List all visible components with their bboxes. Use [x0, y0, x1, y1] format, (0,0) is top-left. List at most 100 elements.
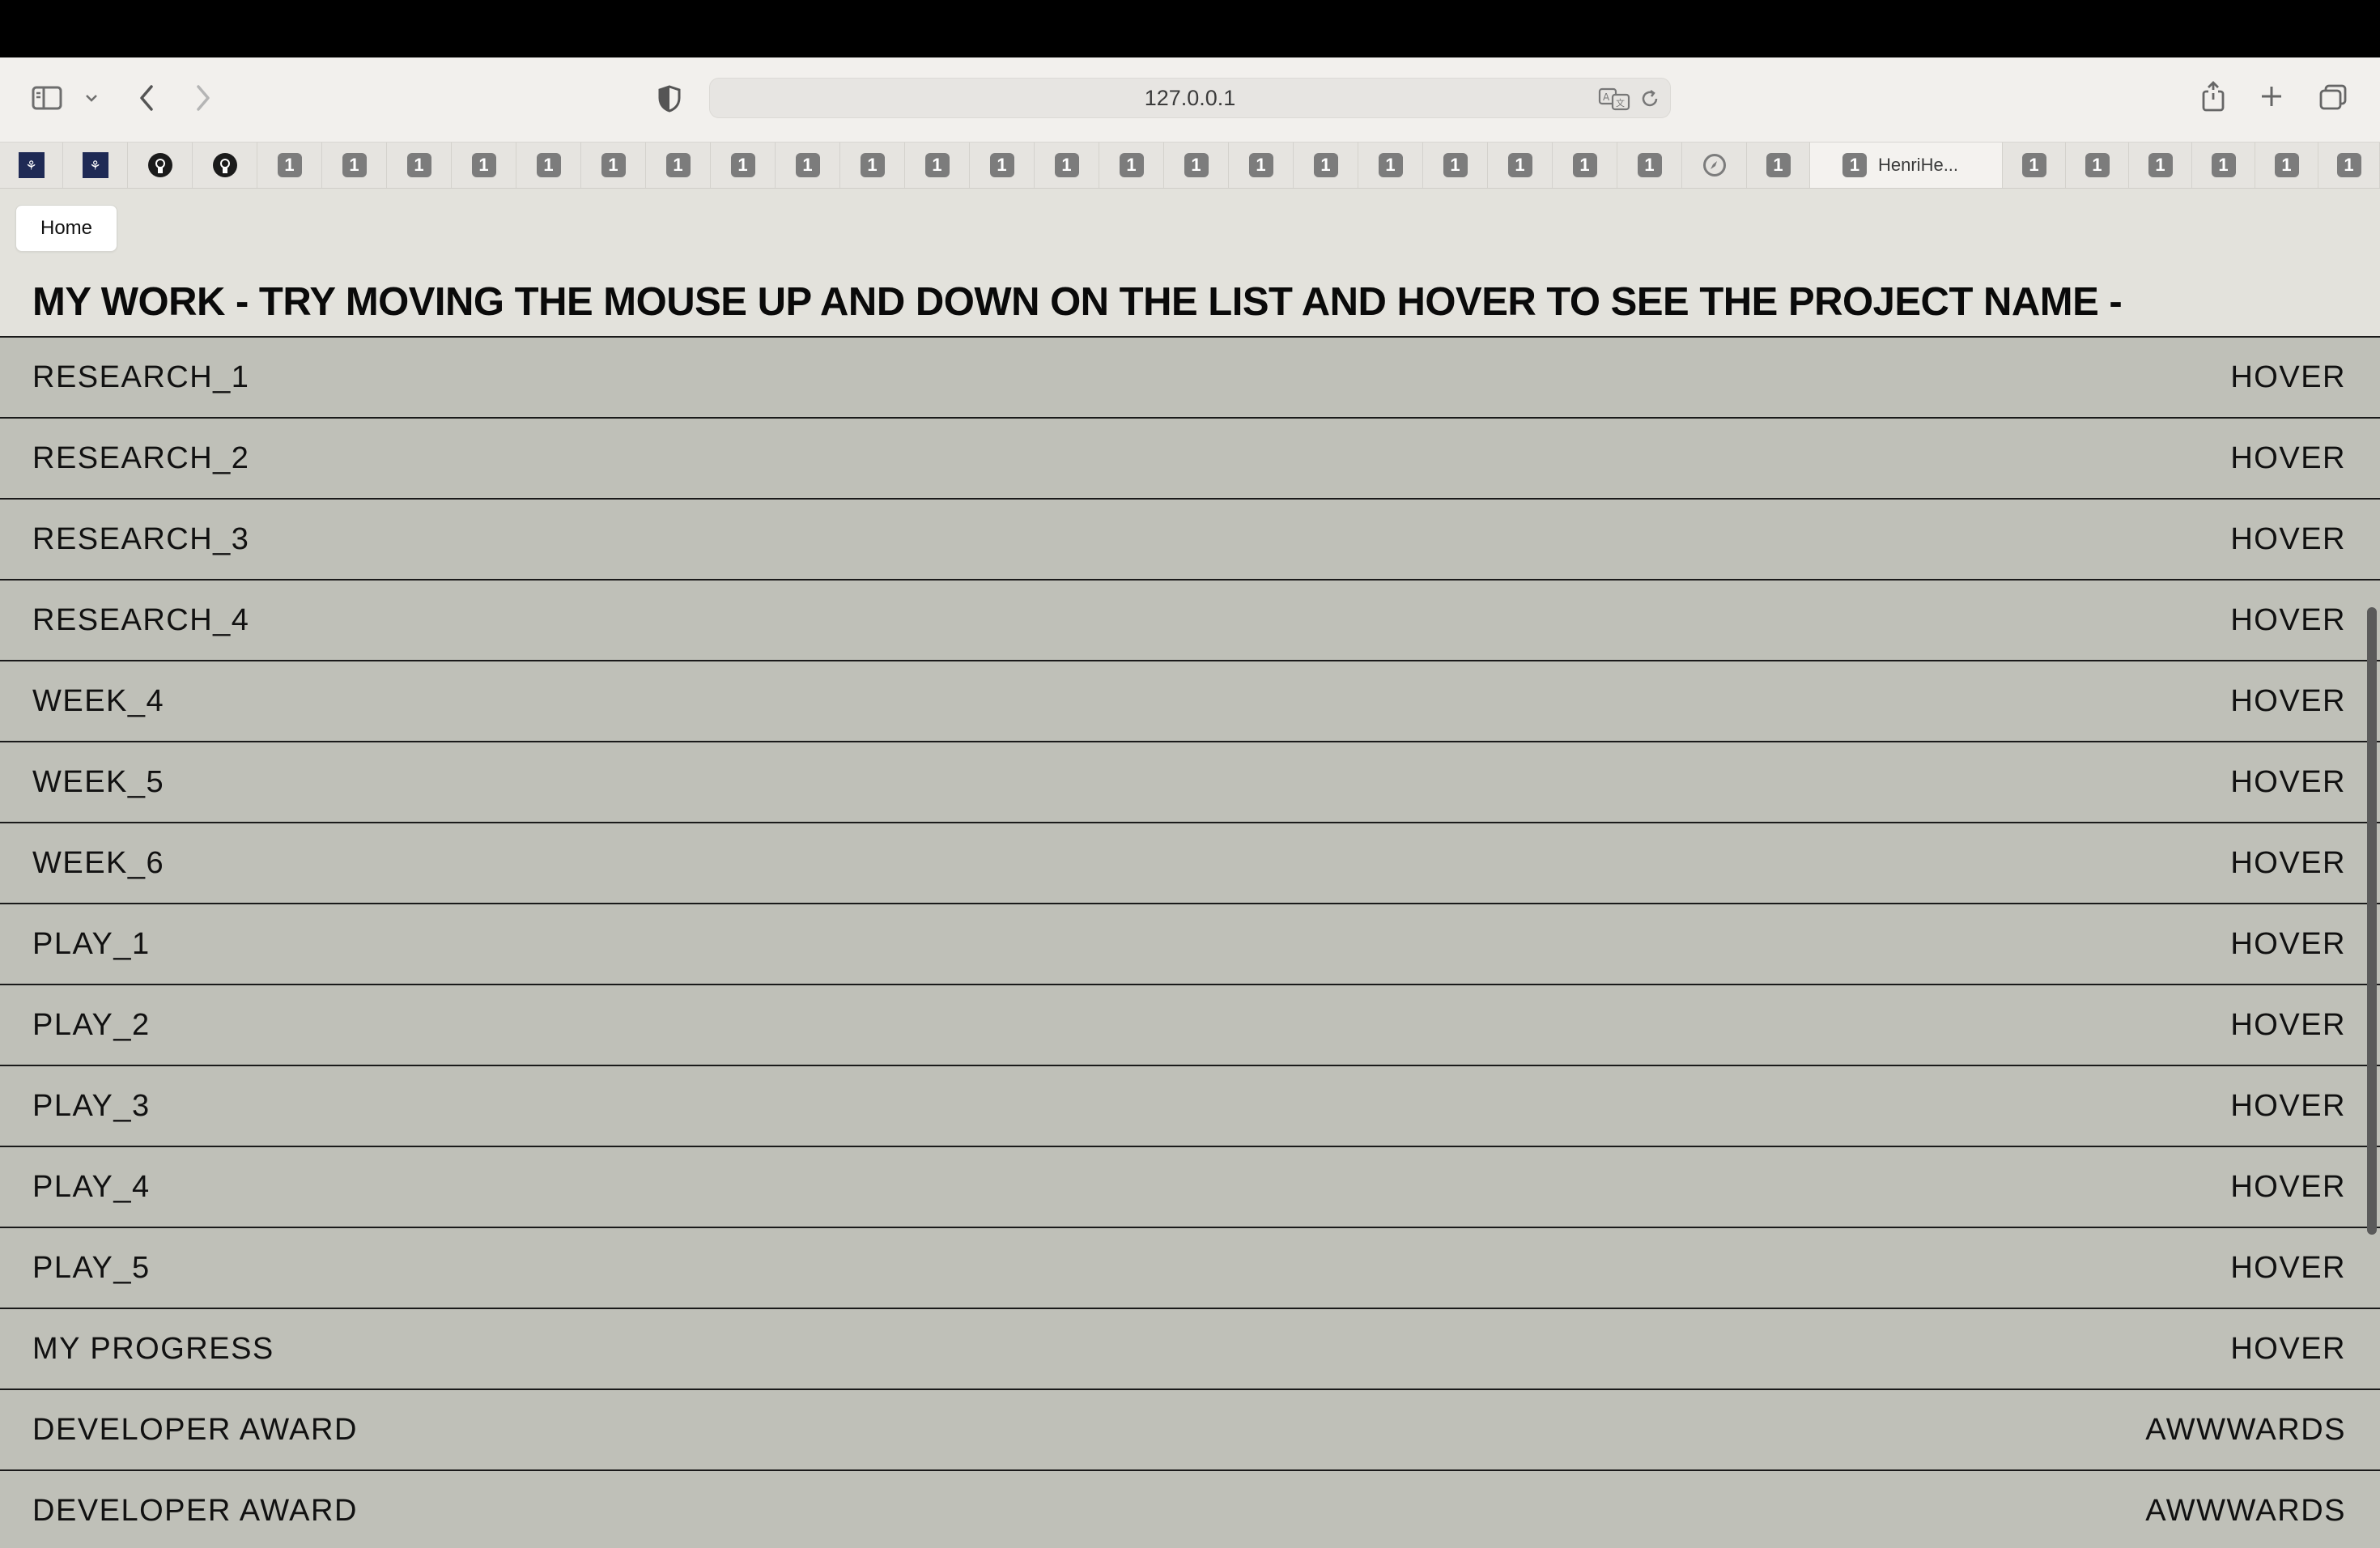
- page-favicon-icon: 1: [1443, 153, 1468, 177]
- tab-local-19[interactable]: 1: [1423, 142, 1488, 188]
- list-item-label: PLAY_3: [32, 1088, 151, 1123]
- list-item[interactable]: WEEK_6 HOVER: [0, 823, 2380, 904]
- tab-local-20[interactable]: 1: [1488, 142, 1553, 188]
- scrollbar-thumb[interactable]: [2367, 607, 2377, 1235]
- github-icon: [212, 153, 237, 177]
- tab-local-15[interactable]: 1: [1164, 142, 1229, 188]
- list-item-action: HOVER: [2230, 1007, 2346, 1042]
- page-favicon-icon: 1: [1313, 153, 1338, 177]
- tab-local-23[interactable]: 1: [1747, 142, 1810, 188]
- list-item[interactable]: RESEARCH_1 HOVER: [0, 338, 2380, 419]
- page-favicon-icon: 1: [471, 153, 496, 177]
- tab-local-6[interactable]: 1: [581, 142, 646, 188]
- list-item[interactable]: RESEARCH_4 HOVER: [0, 580, 2380, 661]
- work-list: RESEARCH_1 HOVER RESEARCH_2 HOVER RESEAR…: [0, 336, 2380, 1548]
- tab-github-2[interactable]: [193, 142, 257, 188]
- sidebar-toggle-icon[interactable]: [31, 83, 65, 113]
- chevron-down-icon[interactable]: [83, 88, 100, 108]
- list-item-action: HOVER: [2230, 602, 2346, 637]
- page-favicon-icon: 1: [1766, 153, 1791, 177]
- privacy-shield-icon[interactable]: [656, 83, 683, 114]
- list-item[interactable]: MY PROGRESS HOVER: [0, 1309, 2380, 1390]
- reload-icon[interactable]: [1638, 87, 1662, 111]
- tab-local-27[interactable]: 1: [2192, 142, 2255, 188]
- list-item-action: HOVER: [2230, 521, 2346, 556]
- tab-local-18[interactable]: 1: [1358, 142, 1423, 188]
- tab-local-29[interactable]: 1: [2318, 142, 2380, 188]
- home-button[interactable]: Home: [15, 205, 117, 252]
- menu-bar-area: [0, 0, 2380, 57]
- tab-local-7[interactable]: 1: [646, 142, 711, 188]
- tab-local-10[interactable]: 1: [840, 142, 905, 188]
- tab-local-26[interactable]: 1: [2129, 142, 2192, 188]
- list-item[interactable]: RESEARCH_2 HOVER: [0, 419, 2380, 500]
- list-item-action: HOVER: [2230, 1250, 2346, 1285]
- tab-local-17[interactable]: 1: [1294, 142, 1358, 188]
- list-item-label: PLAY_5: [32, 1250, 151, 1285]
- page-favicon-icon: 1: [2021, 153, 2046, 177]
- tab-local-12[interactable]: 1: [970, 142, 1035, 188]
- university-favicon: ⚘: [18, 152, 45, 178]
- tab-local-5[interactable]: 1: [516, 142, 581, 188]
- tab-safari[interactable]: [1682, 142, 1747, 188]
- list-item[interactable]: DEVELOPER AWARD AWWWARDS: [0, 1471, 2380, 1548]
- page-favicon-icon: 1: [860, 153, 885, 177]
- tab-local-8[interactable]: 1: [711, 142, 776, 188]
- page-title: MY WORK - TRY MOVING THE MOUSE UP AND DO…: [32, 280, 2123, 324]
- list-item-label: RESEARCH_3: [32, 521, 250, 556]
- page-favicon-icon: 1: [795, 153, 820, 177]
- list-item[interactable]: PLAY_4 HOVER: [0, 1147, 2380, 1228]
- tab-local-22[interactable]: 1: [1617, 142, 1682, 188]
- list-item-action: AWWWARDS: [2145, 1493, 2346, 1528]
- new-tab-icon[interactable]: [2257, 82, 2286, 111]
- page-favicon-icon: 1: [342, 153, 367, 177]
- list-item[interactable]: PLAY_2 HOVER: [0, 985, 2380, 1066]
- tab-local-1[interactable]: 1: [257, 142, 322, 188]
- list-item[interactable]: WEEK_4 HOVER: [0, 661, 2380, 742]
- tab-local-11[interactable]: 1: [905, 142, 970, 188]
- share-icon[interactable]: [2197, 79, 2229, 114]
- list-item-label: PLAY_4: [32, 1169, 151, 1204]
- tab-local-21[interactable]: 1: [1553, 142, 1617, 188]
- tab-local-28[interactable]: 1: [2255, 142, 2318, 188]
- translate-icon[interactable]: A文: [1597, 85, 1631, 113]
- page-favicon-icon: 1: [1248, 153, 1273, 177]
- tab-local-25[interactable]: 1: [2066, 142, 2129, 188]
- tab-local-3[interactable]: 1: [387, 142, 452, 188]
- tab-local-4[interactable]: 1: [452, 142, 516, 188]
- tab-university-2[interactable]: ⚘: [63, 142, 128, 188]
- back-icon[interactable]: [133, 82, 160, 114]
- list-item-action: HOVER: [2230, 845, 2346, 880]
- tab-university-1[interactable]: ⚘: [0, 142, 63, 188]
- forward-icon[interactable]: [189, 82, 217, 114]
- page-favicon-icon: 1: [2148, 153, 2173, 177]
- list-item[interactable]: PLAY_3 HOVER: [0, 1066, 2380, 1147]
- page-favicon-icon: 1: [2336, 153, 2361, 177]
- list-item[interactable]: DEVELOPER AWARD AWWWARDS: [0, 1390, 2380, 1471]
- page-favicon-icon: 1: [1637, 153, 1662, 177]
- list-item[interactable]: PLAY_5 HOVER: [0, 1228, 2380, 1309]
- active-tab-title: HenriHe...: [1878, 155, 1959, 175]
- tab-active[interactable]: 1 HenriHe...: [1810, 142, 2003, 188]
- list-item[interactable]: RESEARCH_3 HOVER: [0, 500, 2380, 580]
- list-item-action: HOVER: [2230, 1169, 2346, 1204]
- tab-local-9[interactable]: 1: [776, 142, 840, 188]
- list-item-label: RESEARCH_2: [32, 440, 250, 475]
- page-favicon-icon: 1: [1119, 153, 1144, 177]
- tab-overview-icon[interactable]: [2317, 82, 2349, 113]
- list-item[interactable]: WEEK_5 HOVER: [0, 742, 2380, 823]
- page-content: Home MY WORK - TRY MOVING THE MOUSE UP A…: [0, 189, 2380, 1548]
- tab-local-2[interactable]: 1: [322, 142, 387, 188]
- page-favicon-icon: 1: [665, 153, 691, 177]
- list-item-action: AWWWARDS: [2145, 1412, 2346, 1447]
- github-icon: [147, 153, 172, 177]
- list-item[interactable]: PLAY_1 HOVER: [0, 904, 2380, 985]
- page-favicon-icon: 1: [1572, 153, 1597, 177]
- tab-local-13[interactable]: 1: [1035, 142, 1099, 188]
- tab-local-16[interactable]: 1: [1229, 142, 1294, 188]
- tab-local-14[interactable]: 1: [1099, 142, 1164, 188]
- tab-local-24[interactable]: 1: [2003, 142, 2066, 188]
- tab-github-1[interactable]: [128, 142, 193, 188]
- list-item-action: HOVER: [2230, 440, 2346, 475]
- address-bar[interactable]: 127.0.0.1 A文: [709, 78, 1671, 118]
